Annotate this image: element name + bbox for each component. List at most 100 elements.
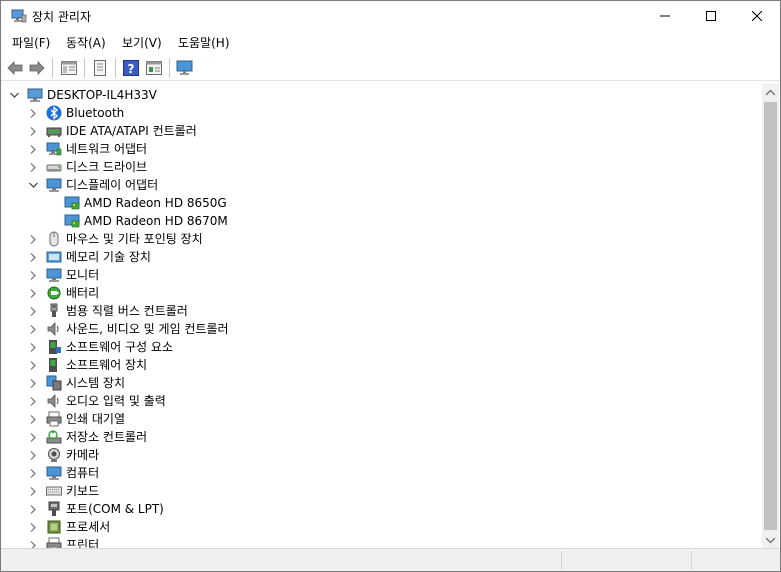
tree-category[interactable]: 시스템 장치 [1, 374, 761, 392]
tree-category[interactable]: 인쇄 대기열 [1, 410, 761, 428]
expand-toggle[interactable] [27, 412, 39, 426]
tree-category[interactable]: 배터리 [1, 284, 761, 302]
expand-toggle[interactable] [27, 232, 39, 246]
expand-toggle[interactable] [27, 430, 39, 444]
tree-category[interactable]: 네트워크 어댑터 [1, 140, 761, 158]
chevron-right-icon [30, 144, 36, 154]
tree-category[interactable]: IDE ATA/ATAPI 컨트롤러 [1, 122, 761, 140]
tree-device[interactable]: AMD Radeon HD 8670M [1, 212, 761, 230]
minimize-button[interactable] [642, 1, 688, 31]
close-button[interactable] [734, 1, 780, 31]
tree-category[interactable]: 프로세서 [1, 518, 761, 536]
chevron-right-icon [30, 504, 36, 514]
expand-toggle[interactable] [27, 466, 39, 480]
chevron-right-icon [30, 486, 36, 496]
tree-category[interactable]: 디스플레이 어댑터 [1, 176, 761, 194]
tree-item-label: 저장소 컨트롤러 [66, 430, 148, 444]
expand-toggle[interactable] [27, 106, 39, 120]
menu-help[interactable]: 도움말(H) [176, 34, 232, 51]
expand-toggle[interactable] [27, 160, 39, 174]
tree-category[interactable]: 키보드 [1, 482, 761, 500]
expand-toggle[interactable] [27, 484, 39, 498]
back-button[interactable] [5, 58, 25, 78]
chevron-down-icon [28, 182, 38, 188]
tree-category[interactable]: 포트(COM & LPT) [1, 500, 761, 518]
tree-category[interactable]: Bluetooth [1, 104, 761, 122]
device-manager-app-icon [11, 9, 27, 23]
title-bar[interactable]: 장치 관리자 [1, 1, 780, 31]
system-device-icon [46, 375, 62, 391]
disk-drive-icon-wrap [46, 159, 62, 175]
mouse-icon [49, 231, 59, 247]
tree-root-computer[interactable]: DESKTOP-IL4H33V [1, 86, 761, 104]
mouse-icon-wrap [46, 231, 62, 247]
tree-category[interactable]: 범용 직렬 버스 컨트롤러 [1, 302, 761, 320]
battery-icon-wrap [46, 285, 62, 301]
chevron-right-icon [30, 324, 36, 334]
vertical-scrollbar[interactable] [762, 84, 779, 548]
expand-toggle[interactable] [27, 250, 39, 264]
menu-file[interactable]: 파일(F) [10, 34, 52, 51]
update-driver-button[interactable] [90, 58, 110, 78]
tree-category[interactable]: 저장소 컨트롤러 [1, 428, 761, 446]
tree-item-label: 소프트웨어 장치 [66, 358, 148, 372]
forward-button[interactable] [27, 58, 47, 78]
tree-category[interactable]: 모니터 [1, 266, 761, 284]
expand-toggle[interactable] [27, 142, 39, 156]
scroll-up-button[interactable] [762, 84, 779, 101]
collapse-toggle[interactable] [8, 88, 20, 102]
expand-toggle[interactable] [27, 124, 39, 138]
scan-hardware-button[interactable] [175, 58, 195, 78]
menu-action[interactable]: 동작(A) [64, 34, 108, 51]
keyboard-icon [46, 486, 62, 496]
tree-category[interactable]: 컴퓨터 [1, 464, 761, 482]
expand-toggle[interactable] [27, 322, 39, 336]
expand-toggle[interactable] [27, 394, 39, 408]
toolbar-separator [52, 58, 53, 78]
expand-toggle[interactable] [27, 376, 39, 390]
bluetooth-icon-wrap [46, 105, 62, 121]
properties-button[interactable] [59, 58, 79, 78]
action-view-button[interactable] [144, 58, 164, 78]
expand-toggle[interactable] [27, 358, 39, 372]
chevron-down-icon [766, 537, 775, 543]
tree-category[interactable]: 프린터 [1, 536, 761, 548]
expand-toggle[interactable] [27, 286, 39, 300]
maximize-button[interactable] [688, 1, 734, 31]
ide-controller-icon-wrap [46, 123, 62, 139]
tree-category[interactable]: 소프트웨어 장치 [1, 356, 761, 374]
tree-category[interactable]: 오디오 입력 및 출력 [1, 392, 761, 410]
expand-toggle[interactable] [27, 520, 39, 534]
tree-category[interactable]: 마우스 및 기타 포인팅 장치 [1, 230, 761, 248]
expand-toggle[interactable] [27, 502, 39, 516]
tree-category[interactable]: 디스크 드라이브 [1, 158, 761, 176]
tree-category[interactable]: 카메라 [1, 446, 761, 464]
help-button[interactable]: ? [121, 58, 141, 78]
expand-toggle[interactable] [27, 448, 39, 462]
menu-view[interactable]: 보기(V) [120, 34, 164, 51]
collapse-toggle[interactable] [27, 178, 39, 192]
tree-category[interactable]: 메모리 기술 장치 [1, 248, 761, 266]
window-title: 장치 관리자 [32, 10, 92, 24]
svg-text:?: ? [128, 62, 135, 76]
display-device-icon [64, 214, 80, 228]
network-adapter-icon [46, 142, 62, 156]
tree-item-label: AMD Radeon HD 8650G [84, 196, 227, 210]
expand-toggle[interactable] [27, 538, 39, 548]
tree-category[interactable]: 사운드, 비디오 및 게임 컨트롤러 [1, 320, 761, 338]
tree-device[interactable]: AMD Radeon HD 8650G [1, 194, 761, 212]
device-tree[interactable]: DESKTOP-IL4H33V Bluetooth IDE ATA/ATAPI 컨트… [1, 84, 762, 548]
expand-toggle[interactable] [27, 268, 39, 282]
scroll-thumb[interactable] [764, 102, 777, 530]
back-arrow-icon [7, 61, 23, 75]
chevron-right-icon [30, 270, 36, 280]
close-icon [752, 11, 762, 21]
port-icon [48, 501, 60, 516]
scroll-down-button[interactable] [762, 531, 779, 548]
tree-item-label: 모니터 [66, 268, 100, 282]
tree-category[interactable]: 소프트웨어 구성 요소 [1, 338, 761, 356]
chevron-right-icon [30, 468, 36, 478]
port-icon-wrap [46, 501, 62, 517]
expand-toggle[interactable] [27, 304, 39, 318]
expand-toggle[interactable] [27, 340, 39, 354]
